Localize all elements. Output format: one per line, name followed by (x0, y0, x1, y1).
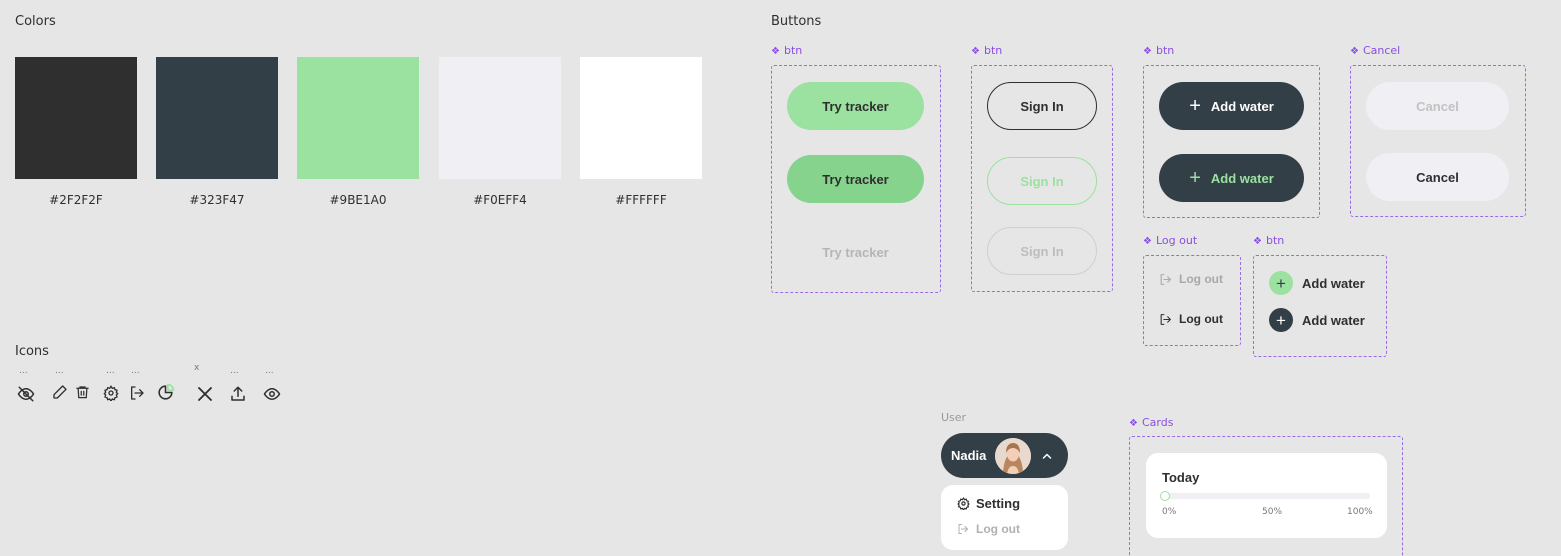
colors-section-title: Colors (15, 14, 56, 29)
add-water-label: Add water (1210, 98, 1274, 114)
icon-caption: ... (19, 366, 28, 376)
logout-icon[interactable] (129, 385, 145, 401)
icon-caption: ... (265, 366, 274, 376)
icon-caption: x (194, 363, 200, 373)
user-dropdown-menu: Setting Log out (941, 485, 1068, 550)
try-tracker-button-disabled[interactable]: Try tracker (787, 228, 924, 276)
color-hex-label: #2F2F2F (49, 193, 103, 207)
user-name: Nadia (951, 448, 987, 463)
icon-caption: ... (230, 366, 239, 376)
add-water-label: Add water (1302, 312, 1365, 328)
plus-icon: + (1189, 95, 1201, 117)
avatar (995, 437, 1032, 474)
trash-icon[interactable] (75, 384, 90, 400)
upload-icon[interactable] (229, 385, 247, 403)
add-water-small-button-dark[interactable]: + Add water (1269, 308, 1365, 332)
color-swatch-dark (15, 57, 137, 179)
plus-icon: + (1269, 271, 1293, 295)
component-label: ❖ btn (971, 44, 1003, 57)
progress-track (1163, 493, 1370, 499)
add-water-label: Add water (1210, 170, 1274, 186)
today-card: Today 0% 50% 100% (1146, 453, 1387, 538)
log-out-button[interactable]: Log out (1159, 312, 1223, 326)
plus-icon: + (1269, 308, 1293, 332)
color-swatch-slate (156, 57, 278, 179)
color-hex-label: #9BE1A0 (329, 193, 387, 207)
log-out-button-disabled[interactable]: Log out (1159, 272, 1223, 286)
color-hex-label: #323F47 (189, 193, 245, 207)
add-water-button-hover[interactable]: + Add water (1159, 154, 1304, 202)
menu-item-label: Setting (976, 496, 1021, 511)
eye-off-icon[interactable] (17, 385, 35, 403)
color-hex-label: #F0EFF4 (473, 193, 527, 207)
sign-in-button-hover[interactable]: Sign In (987, 157, 1097, 205)
component-label: ❖ btn (771, 44, 803, 57)
component-label: ❖ btn (1253, 234, 1285, 247)
log-out-label: Log out (1179, 272, 1223, 286)
try-tracker-button-hover[interactable]: Try tracker (787, 155, 924, 203)
logout-icon (1160, 273, 1171, 285)
component-label: ❖ Cards (1129, 416, 1174, 429)
color-hex-label: #FFFFFF (615, 193, 667, 207)
progress-tick-50: 50% (1262, 507, 1283, 517)
chevron-up-icon (1043, 453, 1052, 459)
pie-chart-icon[interactable] (156, 383, 175, 402)
color-swatch-green (297, 57, 419, 179)
logout-icon (1160, 313, 1171, 325)
gear-icon (957, 497, 970, 510)
sign-in-button[interactable]: Sign In (987, 82, 1097, 130)
close-icon[interactable] (196, 385, 214, 403)
icon-caption: ... (55, 366, 64, 376)
color-swatch-light (439, 57, 561, 179)
menu-item-logout[interactable]: Log out (957, 522, 1020, 536)
cancel-button[interactable]: Cancel (1366, 153, 1509, 201)
user-section-label: User (941, 411, 967, 424)
pencil-icon[interactable] (52, 384, 68, 400)
log-out-label: Log out (1179, 312, 1223, 326)
progress-handle[interactable] (1160, 491, 1170, 501)
add-water-label: Add water (1302, 275, 1365, 291)
icon-caption: ... (131, 366, 140, 376)
component-label: ❖ Log out (1143, 234, 1198, 247)
icon-caption: ... (106, 366, 115, 376)
gear-icon[interactable] (103, 385, 119, 401)
color-swatch-white (580, 57, 702, 179)
user-menu-button[interactable]: Nadia (941, 433, 1068, 478)
eye-icon[interactable] (263, 385, 281, 403)
progress-tick-0: 0% (1162, 507, 1177, 517)
component-label: ❖ btn (1143, 44, 1175, 57)
icons-section-title: Icons (15, 344, 49, 359)
menu-item-label: Log out (976, 522, 1020, 536)
plus-icon: + (1189, 167, 1201, 189)
sign-in-button-disabled[interactable]: Sign In (987, 227, 1097, 275)
add-water-button[interactable]: + Add water (1159, 82, 1304, 130)
logout-icon (958, 524, 968, 534)
component-label: ❖ Cancel (1350, 44, 1401, 57)
card-title: Today (1162, 470, 1200, 485)
try-tracker-button[interactable]: Try tracker (787, 82, 924, 130)
add-water-small-button[interactable]: + Add water (1269, 271, 1365, 295)
cancel-button-disabled[interactable]: Cancel (1366, 82, 1509, 130)
buttons-section-title: Buttons (771, 14, 822, 29)
menu-item-setting[interactable]: Setting (957, 496, 1020, 511)
component-frame (1143, 255, 1241, 346)
progress-tick-100: 100% (1347, 507, 1373, 517)
